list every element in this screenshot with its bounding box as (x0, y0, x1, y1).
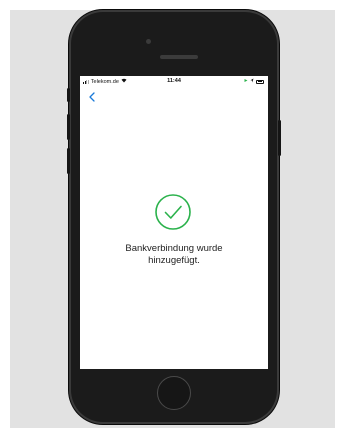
front-camera (146, 39, 151, 44)
location-arrow-icon (250, 78, 254, 85)
success-message-line-1: Bankverbindung wurde (125, 243, 223, 254)
volume-up-button (67, 114, 70, 140)
phone-frame: Telekom.de 11:44 Bankverbindung wurde hi… (67, 10, 281, 424)
home-button[interactable] (157, 376, 191, 410)
chevron-left-icon (89, 92, 95, 102)
mute-switch (67, 88, 70, 102)
status-time: 11:44 (167, 78, 181, 84)
status-right (244, 78, 264, 85)
back-button[interactable] (86, 90, 98, 104)
power-button (278, 120, 281, 156)
volume-down-button (67, 148, 70, 174)
earpiece-speaker (160, 55, 198, 59)
success-message: Bankverbindung wurde hinzugefügt. (80, 243, 268, 267)
battery-icon (256, 79, 264, 84)
checkmark-circle-icon (154, 193, 192, 231)
charging-icon (244, 78, 248, 85)
phone-screen: Telekom.de 11:44 Bankverbindung wurde hi… (80, 76, 268, 369)
success-message-line-2: hinzugefügt. (148, 255, 200, 266)
status-bar: Telekom.de 11:44 (80, 76, 268, 85)
